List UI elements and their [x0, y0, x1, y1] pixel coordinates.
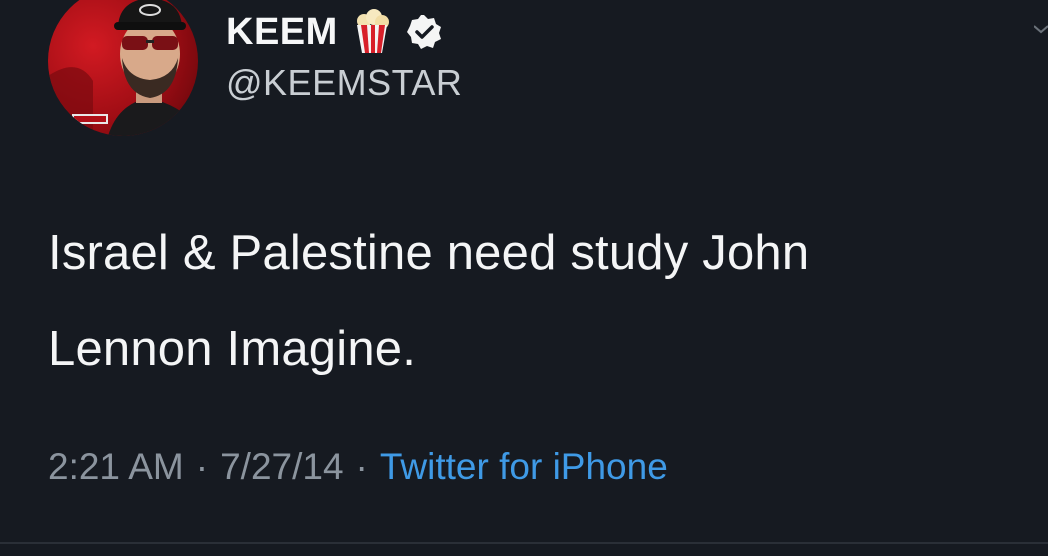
tweet-card: KEEM @KEEMSTAR Israel & Palestine need s… — [0, 0, 1048, 556]
tweet-meta: 2:21 AM · 7/27/14 · Twitter for iPhone — [48, 446, 668, 488]
chevron-down-icon[interactable] — [1034, 18, 1048, 38]
popcorn-icon — [352, 9, 392, 55]
meta-separator: · — [355, 446, 368, 487]
user-handle[interactable]: @KEEMSTAR — [226, 62, 462, 104]
verified-badge-icon — [406, 14, 442, 50]
tweet-time: 2:21 AM — [48, 446, 184, 487]
divider — [0, 542, 1048, 544]
display-name[interactable]: KEEM — [226, 11, 338, 54]
meta-separator: · — [195, 446, 209, 487]
display-name-row[interactable]: KEEM — [226, 8, 442, 56]
avatar[interactable] — [48, 0, 198, 136]
tweet-date[interactable]: 7/27/14 — [220, 446, 343, 488]
tweet-text: Israel & Palestine need study John Lenno… — [48, 226, 810, 376]
tweet-source-link[interactable]: Twitter for iPhone — [380, 446, 668, 488]
